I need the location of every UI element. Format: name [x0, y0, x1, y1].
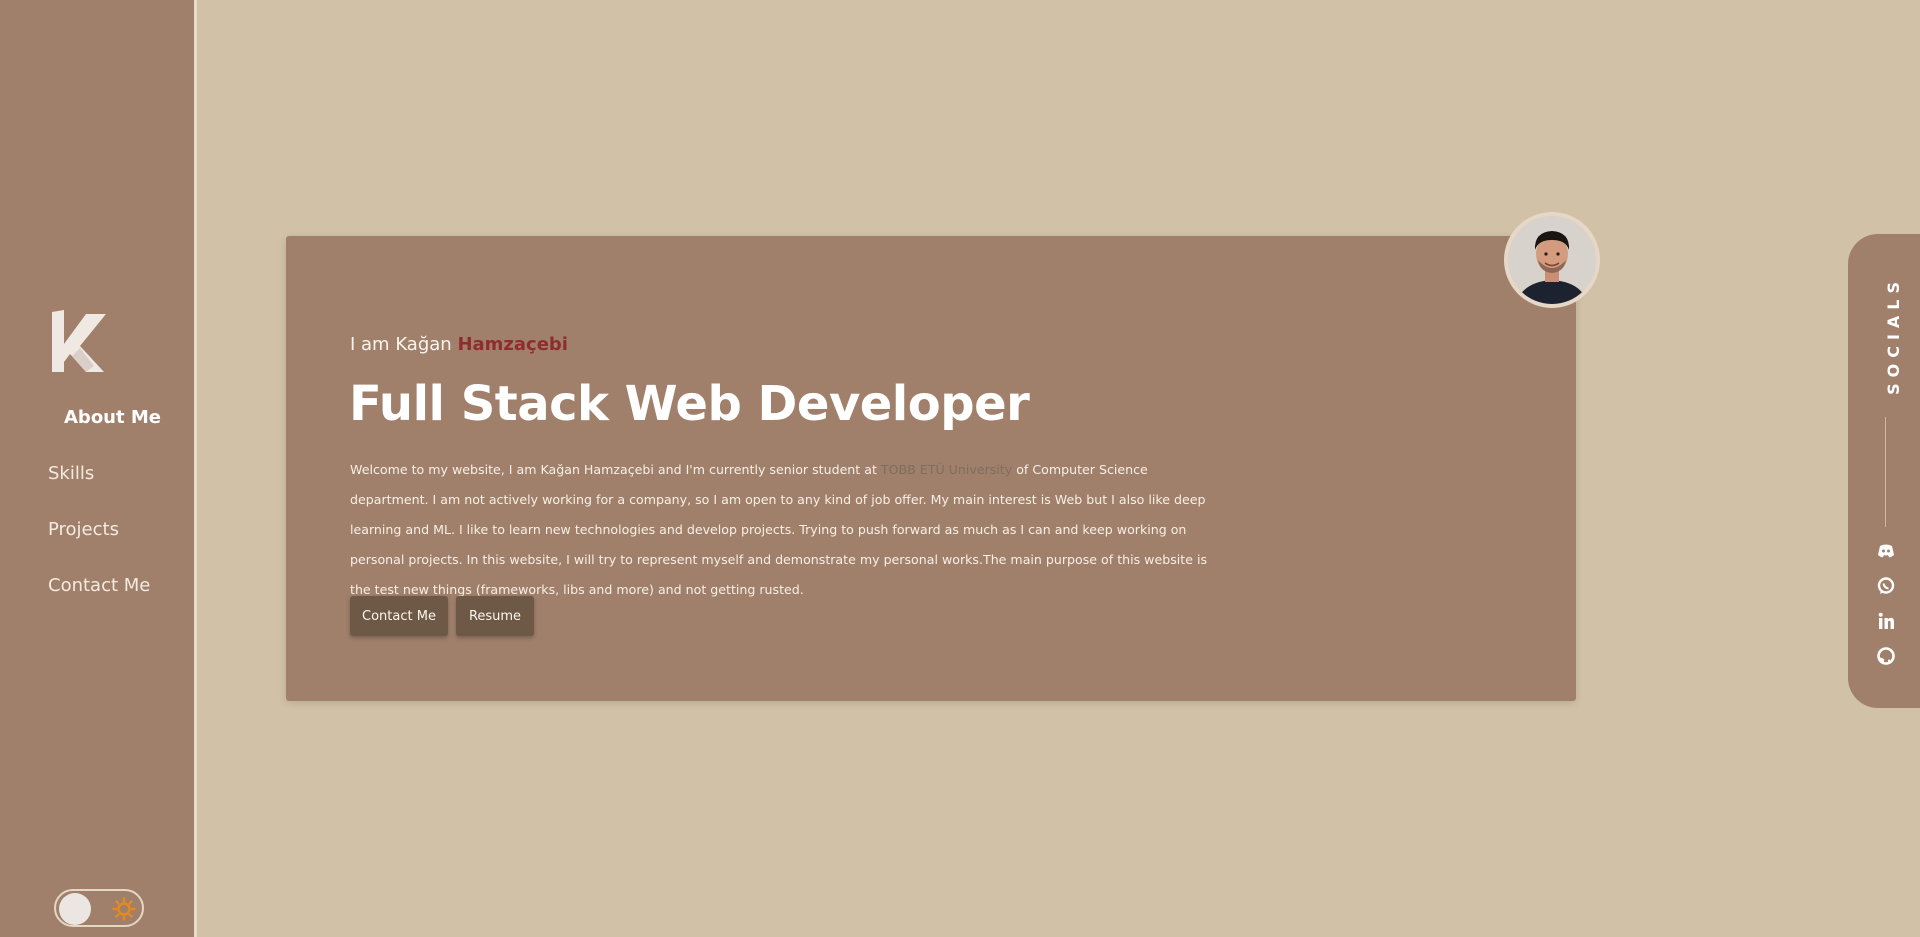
- github-icon[interactable]: [1877, 647, 1895, 665]
- page-title: Full Stack Web Developer: [349, 376, 1030, 432]
- nav-item-projects[interactable]: Projects: [48, 519, 119, 540]
- discord-icon[interactable]: [1877, 542, 1895, 560]
- nav-item-skills[interactable]: Skills: [48, 463, 94, 484]
- hero-description: Welcome to my website, I am Kağan Hamzaç…: [350, 455, 1230, 605]
- whatsapp-icon[interactable]: [1877, 577, 1895, 595]
- description-text-start: Welcome to my website, I am Kağan Hamzaç…: [350, 462, 881, 477]
- profile-photo: [1508, 216, 1596, 304]
- nav-item-about-me[interactable]: About Me: [64, 407, 161, 428]
- k-logo-icon[interactable]: [50, 310, 108, 372]
- linkedin-icon[interactable]: [1877, 612, 1895, 630]
- socials-label: SOCIALS: [1884, 276, 1903, 395]
- socials-divider: [1885, 417, 1886, 527]
- university-link[interactable]: TOBB ETÜ University: [881, 462, 1012, 477]
- description-text-end: of Computer Science department. I am not…: [350, 462, 1208, 597]
- theme-toggle[interactable]: [54, 889, 144, 927]
- nav-item-contact-me[interactable]: Contact Me: [48, 575, 150, 596]
- contact-me-button[interactable]: Contact Me: [350, 596, 448, 636]
- intro-name: Hamzaçebi: [457, 334, 568, 355]
- hero-card: I am Kağan Hamzaçebi Full Stack Web Deve…: [286, 236, 1576, 701]
- avatar: [1504, 212, 1600, 308]
- sun-icon: [112, 897, 136, 921]
- sidebar: About Me Skills Projects Contact Me: [0, 0, 197, 937]
- intro-line: I am Kağan Hamzaçebi: [350, 334, 568, 355]
- toggle-knob: [59, 893, 91, 925]
- intro-prefix: I am Kağan: [350, 334, 452, 355]
- resume-button[interactable]: Resume: [456, 596, 534, 636]
- socials-panel: SOCIALS: [1848, 234, 1920, 708]
